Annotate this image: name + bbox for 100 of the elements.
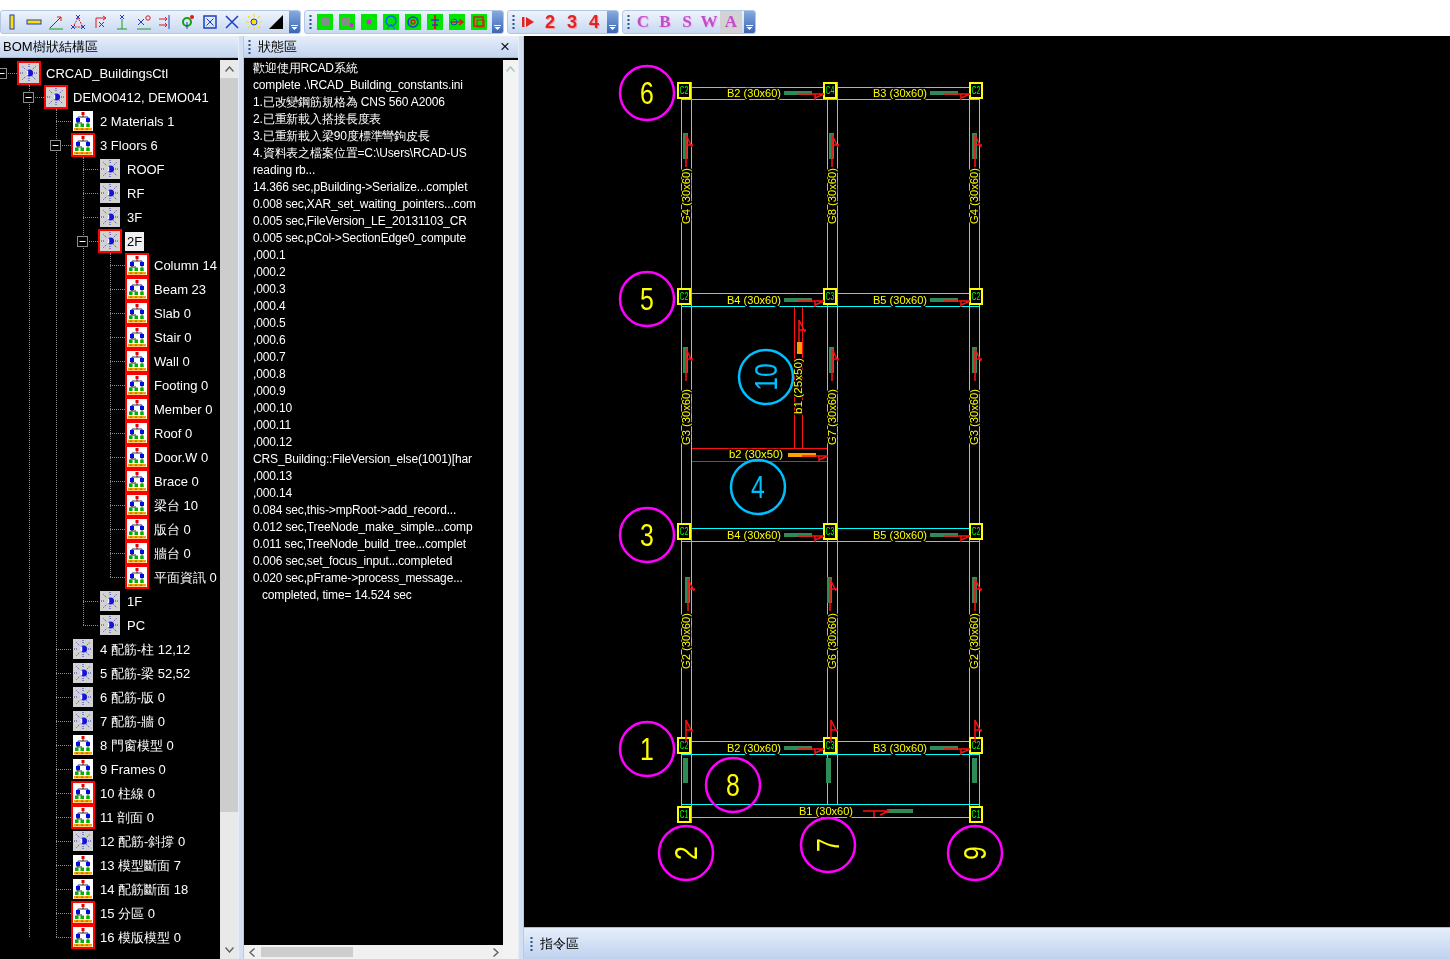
- toolbar-button[interactable]: 4: [583, 11, 605, 33]
- rebar-flag-icon: [930, 298, 971, 308]
- tree-item[interactable]: 10 柱線 0: [98, 783, 157, 803]
- column: C1: [677, 806, 693, 823]
- corner-arrow-icon[interactable]: [92, 14, 108, 30]
- toolbar-overflow-button[interactable]: [492, 11, 503, 33]
- tile-frame-icon[interactable]: [471, 14, 487, 30]
- log-line: CRS_Building::FileVersion_else(1001)[har: [253, 451, 472, 468]
- tree-item[interactable]: Roof 0: [152, 423, 195, 443]
- diagonal-arrow-icon[interactable]: [48, 14, 64, 30]
- box-cross-icon[interactable]: [202, 14, 218, 30]
- column: C2: [969, 82, 985, 99]
- log-line: 3.已重新載入梁90度標準彎鉤皮長: [253, 128, 430, 145]
- tree-item[interactable]: Column 14: [152, 255, 219, 275]
- tree-item[interactable]: Brace 0: [152, 471, 201, 491]
- log-line: ,000.3: [253, 281, 286, 298]
- vertical-scrollbar[interactable]: [220, 60, 238, 959]
- tree-item[interactable]: Wall 0: [152, 351, 192, 371]
- column: C3: [823, 523, 839, 540]
- tree-item[interactable]: 5 配筋-梁 52,52: [98, 663, 193, 683]
- tree-item[interactable]: 9 Frames 0: [98, 759, 168, 779]
- tree-item[interactable]: Slab 0: [152, 303, 193, 323]
- tree-item[interactable]: 3F: [125, 207, 145, 227]
- rebar-bar-icon: [972, 758, 977, 783]
- toolbar-overflow-button[interactable]: [289, 11, 300, 33]
- vertical-dimension-icon[interactable]: [114, 14, 130, 30]
- tree-item[interactable]: CRCAD_BuildingsCtl: [44, 63, 171, 83]
- tree-item[interactable]: 梁台 10: [152, 495, 201, 515]
- column: C2: [677, 288, 693, 305]
- chevron-down-icon[interactable]: [224, 947, 234, 953]
- hook-icon[interactable]: [180, 14, 196, 30]
- sunburst-icon[interactable]: [246, 14, 262, 30]
- cross-icon[interactable]: [224, 14, 240, 30]
- toolbar-overflow-button[interactable]: [607, 11, 618, 33]
- tree-item[interactable]: Door.W 0: [152, 447, 211, 467]
- tree-toggle[interactable]: [77, 235, 88, 247]
- tile-spiral-icon[interactable]: [405, 14, 421, 30]
- rebar-bar-icon: [683, 758, 688, 783]
- chevron-up-icon[interactable]: [224, 66, 234, 72]
- grip-icon[interactable]: [512, 15, 515, 29]
- panel-title: 指令區: [540, 934, 579, 953]
- tree-item[interactable]: ROOF: [125, 159, 167, 179]
- play-icon[interactable]: [520, 14, 536, 30]
- grip-icon[interactable]: [530, 936, 533, 951]
- rebar-flag-icon: [683, 133, 694, 168]
- tree-item[interactable]: 2F: [125, 231, 145, 251]
- tree-item[interactable]: 7 配筋-牆 0: [98, 711, 167, 731]
- grip-icon[interactable]: [248, 39, 251, 54]
- triangle-points-icon[interactable]: [70, 14, 86, 30]
- tile-square-icon[interactable]: [317, 14, 333, 30]
- column: C3: [823, 737, 839, 754]
- tree-item[interactable]: DEMO0412, DEMO041: [71, 87, 211, 107]
- tile-ring-icon[interactable]: [383, 14, 399, 30]
- scrollbar-thumb[interactable]: [261, 947, 353, 957]
- toolbar-button[interactable]: 2: [539, 11, 561, 33]
- tree-item[interactable]: 1F: [125, 591, 145, 611]
- vertical-scrollbar[interactable]: [503, 60, 518, 959]
- triangle-icon[interactable]: [268, 14, 284, 30]
- log-line: 0.020 sec,pFrame->process_message...: [253, 570, 463, 587]
- column: C4: [823, 82, 839, 99]
- toolbar-overflow-button[interactable]: [744, 11, 755, 33]
- rebar-flag-icon: [784, 533, 825, 543]
- toolbar-button[interactable]: 3: [561, 11, 583, 33]
- log-line: completed, time= 14.524 sec: [261, 587, 412, 604]
- tree-item[interactable]: 14 配筋斷面 18: [98, 879, 191, 899]
- scrollbar-thumb[interactable]: [220, 78, 238, 812]
- grip-icon[interactable]: [627, 15, 630, 29]
- grid-bubble: 10: [737, 348, 795, 406]
- tree-toggle[interactable]: [50, 139, 61, 151]
- tree-item[interactable]: 3 Floors 6: [98, 135, 160, 155]
- tree-item[interactable]: 15 分區 0: [98, 903, 157, 923]
- tree-item[interactable]: 2 Materials 1: [98, 111, 177, 131]
- tree-item[interactable]: 4 配筋-柱 12,12: [98, 639, 193, 659]
- close-button[interactable]: ×: [498, 37, 512, 56]
- chevron-left-icon[interactable]: [249, 947, 255, 957]
- tile-figure-icon[interactable]: [427, 14, 443, 30]
- tree-item[interactable]: 12 配筋-斜撐 0: [98, 831, 188, 851]
- rebar-flag-icon: [829, 347, 840, 382]
- log-line: 0.011 sec,TreeNode_build_tree...complet: [253, 536, 466, 553]
- tree-toggle[interactable]: [23, 91, 34, 103]
- tree-item[interactable]: 8 門窗模型 0: [98, 735, 176, 755]
- tree-item[interactable]: 16 模版模型 0: [98, 927, 183, 947]
- tree-item[interactable]: 牆台 0: [152, 543, 193, 563]
- tree-item[interactable]: 平面資訊 0: [152, 567, 219, 587]
- tree-item[interactable]: Stair 0: [152, 327, 194, 347]
- tree-item[interactable]: 13 模型斷面 7: [98, 855, 183, 875]
- tree-item[interactable]: 版台 0: [152, 519, 193, 539]
- tree-item[interactable]: PC: [125, 615, 148, 635]
- chevron-right-icon[interactable]: [493, 947, 499, 957]
- tree-item[interactable]: 11 剖面 0: [98, 807, 156, 827]
- tree-item[interactable]: RF: [125, 183, 147, 203]
- tree-item[interactable]: Member 0: [152, 399, 215, 419]
- tree-item[interactable]: 6 配筋-版 0: [98, 687, 167, 707]
- beam-label: B4 (30x60): [727, 529, 781, 541]
- tree-item[interactable]: Beam 23: [152, 279, 209, 299]
- cross-marker-icon[interactable]: [136, 14, 152, 30]
- grip-icon[interactable]: [309, 15, 312, 29]
- horizontal-scrollbar[interactable]: [244, 945, 503, 959]
- beam-label: B2 (30x60): [727, 87, 781, 99]
- tree-item[interactable]: Footing 0: [152, 375, 211, 395]
